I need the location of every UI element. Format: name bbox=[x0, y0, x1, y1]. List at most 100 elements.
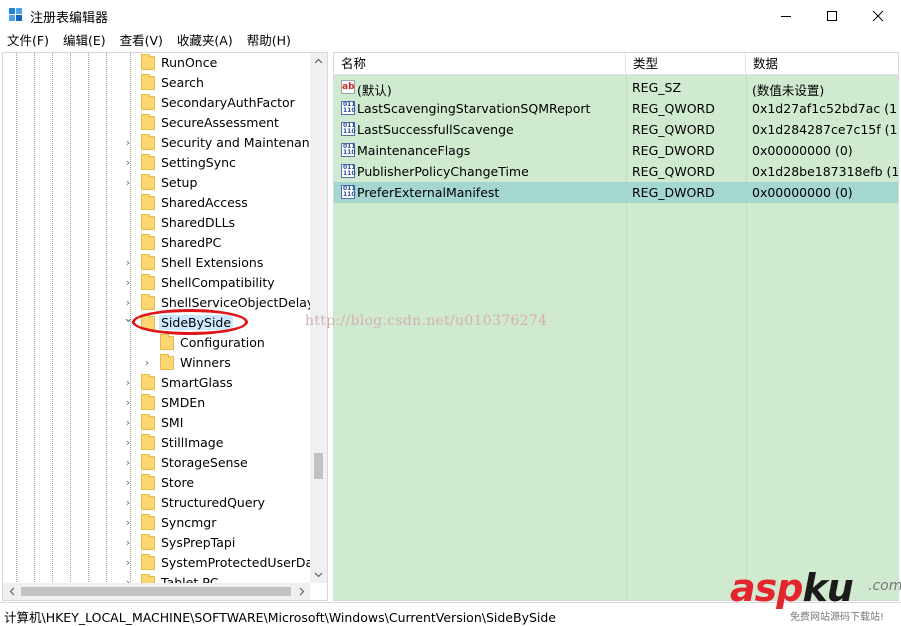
expand-chevron-icon[interactable]: › bbox=[123, 397, 133, 409]
tree-item[interactable]: › Store bbox=[3, 473, 311, 493]
folder-icon bbox=[141, 514, 155, 530]
tree-item[interactable]: › ShellServiceObjectDelayLc bbox=[3, 293, 327, 313]
menu-view[interactable]: 查看(V) bbox=[113, 31, 170, 51]
folder-icon bbox=[141, 474, 155, 490]
expand-chevron-icon[interactable]: › bbox=[123, 377, 133, 389]
value-row[interactable]: LastScavengingStarvationSQMReport REG_QWO… bbox=[334, 98, 898, 119]
tree-vertical-scroll-thumb[interactable] bbox=[314, 453, 323, 479]
tree-item[interactable]: › Setup bbox=[3, 173, 311, 193]
tree-item-label: SMI bbox=[161, 415, 184, 430]
tree-item[interactable]: SharedPC bbox=[3, 233, 311, 253]
menu-favorites[interactable]: 收藏夹(A) bbox=[170, 31, 240, 51]
tree-item[interactable]: › Shell Extensions bbox=[3, 253, 311, 273]
expand-chevron-icon[interactable]: › bbox=[123, 517, 133, 529]
value-row[interactable]: LastSuccessfullScavenge REG_QWORD 0x1d2842… bbox=[334, 119, 898, 140]
column-header-name[interactable]: 名称 bbox=[334, 53, 626, 75]
menu-file[interactable]: 文件(F) bbox=[0, 31, 56, 51]
scroll-down-arrow-icon[interactable] bbox=[310, 567, 327, 583]
tree-horizontal-scroll-thumb[interactable] bbox=[21, 587, 291, 596]
brand-tagline: 免费网站源码下载站! bbox=[790, 612, 885, 623]
scroll-up-arrow-icon[interactable] bbox=[310, 53, 327, 69]
value-row[interactable]: MaintenanceFlags REG_DWORD 0x00000000 (0) bbox=[334, 140, 898, 161]
folder-icon bbox=[141, 394, 155, 410]
registry-editor-window: 注册表编辑器 文件(F) 编辑(E) 查看(V) 收藏夹(A) 帮助(H) Ru… bbox=[0, 0, 901, 625]
expand-chevron-icon[interactable]: › bbox=[123, 297, 133, 309]
tree-item-label: SettingSync bbox=[161, 155, 236, 170]
tree-item[interactable]: Configuration bbox=[3, 333, 311, 353]
folder-icon bbox=[141, 94, 155, 110]
brand-suffix: .com bbox=[868, 578, 901, 594]
expand-chevron-icon[interactable]: › bbox=[123, 417, 133, 429]
folder-icon bbox=[141, 294, 155, 310]
expand-chevron-icon[interactable]: › bbox=[123, 477, 133, 489]
tree-item[interactable]: › SettingSync bbox=[3, 153, 311, 173]
value-row[interactable]: ab (默认) REG_SZ (数值未设置) bbox=[334, 77, 898, 98]
tree-item[interactable]: › SystemProtectedUserData bbox=[3, 553, 326, 573]
tree-item-label: SystemProtectedUserData bbox=[161, 555, 326, 570]
folder-icon bbox=[141, 254, 155, 270]
registry-key-tree[interactable]: RunOnce Search SecondaryAuthFactor SecureAs… bbox=[2, 52, 328, 601]
folder-icon bbox=[160, 354, 174, 370]
tree-item[interactable]: › ShellCompatibility bbox=[3, 273, 311, 293]
tree-item-label: Configuration bbox=[180, 335, 265, 350]
title-bar[interactable]: 注册表编辑器 bbox=[0, 0, 901, 31]
tree-item[interactable]: › StillImage bbox=[3, 433, 311, 453]
tree-horizontal-scrollbar[interactable] bbox=[3, 583, 310, 600]
folder-icon bbox=[160, 334, 174, 350]
expand-chevron-icon[interactable]: › bbox=[123, 557, 133, 569]
scroll-right-arrow-icon[interactable] bbox=[293, 583, 310, 600]
brand-name: aspku bbox=[730, 566, 854, 610]
expand-chevron-icon[interactable]: › bbox=[123, 277, 133, 289]
tree-item[interactable]: Search bbox=[3, 73, 311, 93]
value-name: MaintenanceFlags bbox=[357, 143, 471, 158]
maximize-icon bbox=[827, 10, 837, 21]
tree-item-label: Search bbox=[161, 75, 204, 90]
value-row[interactable]: PublisherPolicyChangeTime REG_QWORD 0x1d28… bbox=[334, 161, 898, 182]
binary-value-icon bbox=[341, 185, 356, 199]
column-header-type[interactable]: 类型 bbox=[626, 53, 746, 75]
binary-value-icon bbox=[341, 164, 356, 178]
expand-chevron-icon[interactable]: › bbox=[123, 537, 133, 549]
expand-chevron-icon[interactable]: › bbox=[123, 457, 133, 469]
tree-item[interactable]: RunOnce bbox=[3, 53, 311, 73]
expand-chevron-icon[interactable]: › bbox=[123, 437, 133, 449]
tree-item[interactable]: › Winners bbox=[3, 353, 311, 373]
maximize-button[interactable] bbox=[809, 0, 855, 31]
tree-item[interactable]: › Security and Maintenance bbox=[3, 133, 324, 153]
tree-item[interactable]: › SMI bbox=[3, 413, 311, 433]
value-data: 0x00000000 (0) bbox=[752, 185, 853, 200]
tree-item[interactable]: › Syncmgr bbox=[3, 513, 311, 533]
column-header-data[interactable]: 数据 bbox=[746, 53, 898, 75]
folder-icon bbox=[141, 54, 155, 70]
tree-item[interactable]: › StorageSense bbox=[3, 453, 311, 473]
tree-item-label: RunOnce bbox=[161, 55, 218, 70]
expand-chevron-icon[interactable]: › bbox=[123, 497, 133, 509]
tree-item[interactable]: SharedAccess bbox=[3, 193, 311, 213]
expand-chevron-icon[interactable]: › bbox=[123, 137, 133, 149]
tree-item-label: ShellCompatibility bbox=[161, 275, 275, 290]
tree-item[interactable]: › SMDEn bbox=[3, 393, 311, 413]
expand-chevron-icon[interactable]: › bbox=[123, 177, 133, 189]
folder-icon bbox=[141, 214, 155, 230]
value-name: LastScavengingStarvationSQMReport bbox=[357, 101, 591, 116]
expand-chevron-icon[interactable]: › bbox=[123, 157, 133, 169]
tree-item[interactable]: › SmartGlass bbox=[3, 373, 311, 393]
value-type: REG_SZ bbox=[632, 80, 682, 95]
expand-chevron-icon[interactable]: › bbox=[123, 257, 133, 269]
folder-icon bbox=[141, 134, 155, 150]
minimize-button[interactable] bbox=[763, 0, 809, 31]
tree-item-label: SMDEn bbox=[161, 395, 206, 410]
tree-item-label: SysPrepTapi bbox=[161, 535, 236, 550]
tree-item[interactable]: SecondaryAuthFactor bbox=[3, 93, 311, 113]
tree-item[interactable]: SharedDLLs bbox=[3, 213, 311, 233]
string-value-icon: ab bbox=[341, 80, 355, 94]
menu-edit[interactable]: 编辑(E) bbox=[56, 31, 113, 51]
scroll-left-arrow-icon[interactable] bbox=[3, 583, 20, 600]
tree-item[interactable]: › StructuredQuery bbox=[3, 493, 311, 513]
menu-help[interactable]: 帮助(H) bbox=[240, 31, 298, 51]
close-button[interactable] bbox=[855, 0, 901, 31]
value-row[interactable]: PreferExternalManifest REG_DWORD 0x0000000… bbox=[334, 182, 898, 203]
tree-item[interactable]: SecureAssessment bbox=[3, 113, 311, 133]
tree-item[interactable]: › SysPrepTapi bbox=[3, 533, 311, 553]
expand-chevron-icon[interactable]: › bbox=[142, 357, 152, 369]
